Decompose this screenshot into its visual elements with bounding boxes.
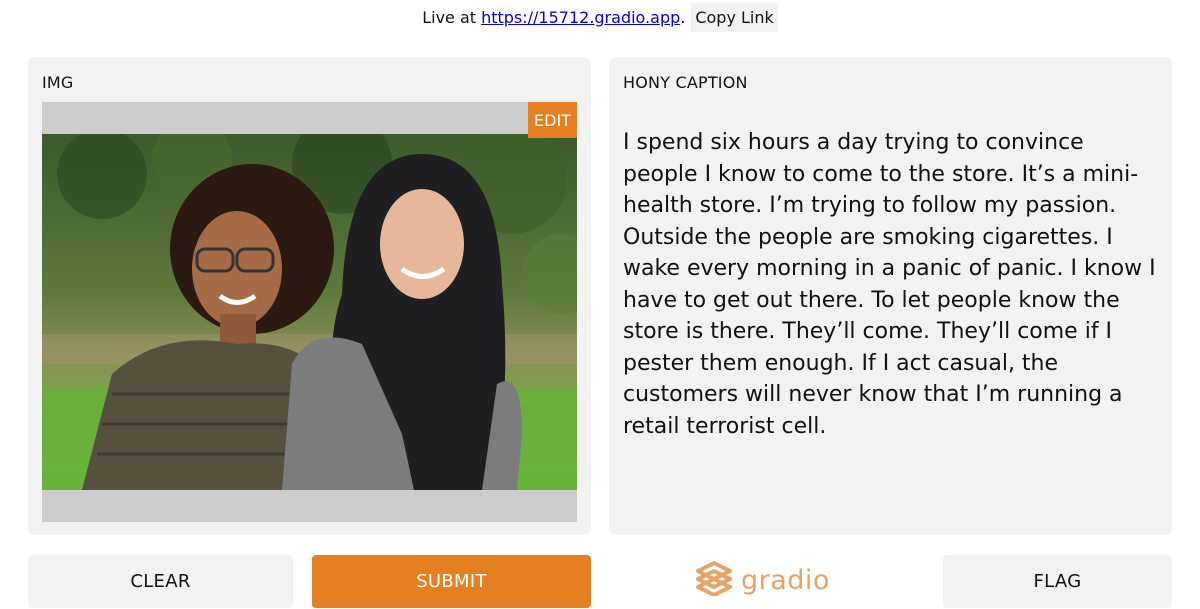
gradio-logo-text: gradio bbox=[741, 564, 830, 596]
gradio-logo: gradio bbox=[695, 560, 830, 600]
live-at-label: Live at bbox=[422, 7, 477, 27]
share-url-link[interactable]: https://15712.gradio.app bbox=[481, 8, 680, 27]
clear-button[interactable]: CLEAR bbox=[28, 555, 293, 608]
live-url-suffix: . bbox=[680, 7, 686, 27]
copy-link-button[interactable]: Copy Link bbox=[691, 2, 778, 32]
image-input-frame[interactable]: EDIT bbox=[42, 102, 577, 522]
uploaded-photo bbox=[42, 134, 577, 490]
submit-button[interactable]: SUBMIT bbox=[312, 555, 591, 608]
share-bar: Live at https://15712.gradio.app . Copy … bbox=[0, 0, 1200, 34]
caption-output-label: HONY CAPTION bbox=[623, 73, 748, 92]
edit-button[interactable]: EDIT bbox=[528, 102, 577, 138]
image-input-panel: IMG EDIT bbox=[28, 57, 591, 535]
image-input-label: IMG bbox=[42, 73, 74, 92]
caption-text: I spend six hours a day trying to convin… bbox=[623, 130, 1156, 439]
gradio-logo-icon bbox=[695, 560, 733, 600]
caption-output-panel: HONY CAPTION I spend six hours a day try… bbox=[609, 57, 1172, 535]
flag-button[interactable]: FLAG bbox=[943, 555, 1172, 608]
